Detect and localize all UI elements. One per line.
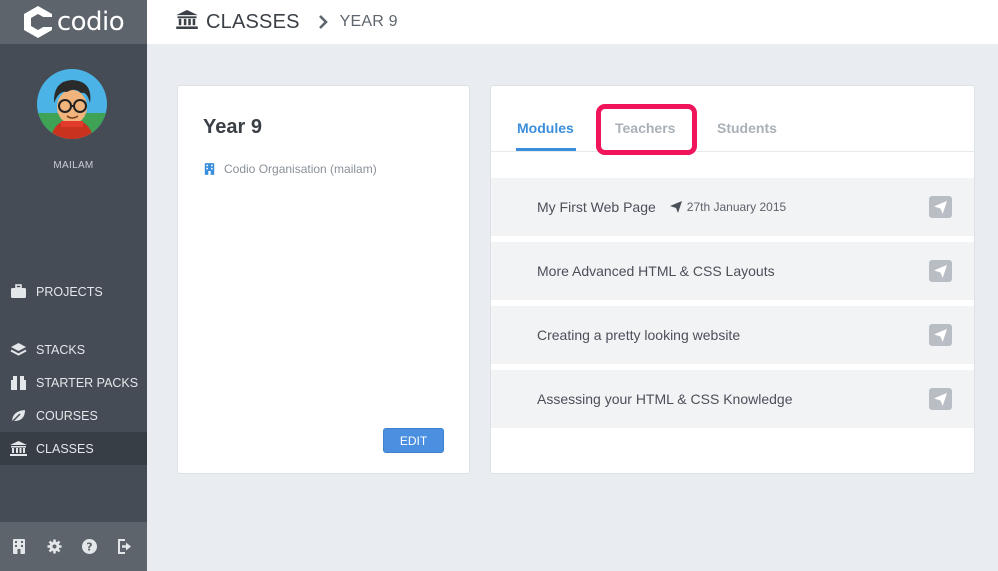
send-button[interactable] xyxy=(929,196,952,218)
leaf-icon xyxy=(8,407,28,425)
module-name: More Advanced HTML & CSS Layouts xyxy=(537,263,775,279)
sidebar-item-label: STACKS xyxy=(36,342,86,357)
username: MAILAM xyxy=(53,160,94,171)
paper-plane-icon xyxy=(669,201,682,213)
module-sent-date: 27th January 2015 xyxy=(686,200,787,214)
organisation-line: Codio Organisation (mailam) xyxy=(204,162,377,176)
logout-icon[interactable] xyxy=(115,538,133,556)
chevron-right-icon xyxy=(318,15,328,29)
institution-icon xyxy=(8,440,28,458)
active-tab-indicator xyxy=(516,148,576,151)
sidebar-item-stacks[interactable]: STACKS xyxy=(0,333,147,366)
module-name: Creating a pretty looking website xyxy=(537,327,741,343)
module-name: Assessing your HTML & CSS Knowledge xyxy=(537,391,793,407)
paper-plane-icon xyxy=(934,264,947,278)
sidebar-item-projects[interactable]: PROJECTS xyxy=(0,275,147,308)
logo-text: codio xyxy=(56,7,125,37)
paper-plane-icon xyxy=(934,392,947,406)
sidebar-item-starter-packs[interactable]: STARTER PACKS xyxy=(0,366,147,399)
briefcase-icon xyxy=(8,283,28,301)
building-icon xyxy=(204,163,215,175)
tab-modules[interactable]: Modules xyxy=(517,120,574,136)
module-name: My First Web Page xyxy=(537,199,656,215)
module-row[interactable]: Assessing your HTML & CSS Knowledge xyxy=(491,370,974,428)
class-card: Year 9 Codio Organisation (mailam) EDIT xyxy=(177,85,470,474)
sidebar-item-label: COURSES xyxy=(36,408,98,423)
tab-students[interactable]: Students xyxy=(717,120,777,136)
breadcrumb-classes[interactable]: CLASSES xyxy=(206,11,300,34)
package-icon xyxy=(8,374,28,392)
gear-icon[interactable] xyxy=(45,538,63,556)
sidebar-item-label: STARTER PACKS xyxy=(36,375,139,390)
sidebar-item-label: PROJECTS xyxy=(36,284,103,299)
avatar-image xyxy=(37,69,107,139)
logo[interactable]: codio xyxy=(0,0,147,44)
send-button[interactable] xyxy=(929,260,952,282)
layers-icon xyxy=(8,341,28,359)
breadcrumb: CLASSES YEAR 9 xyxy=(147,0,998,44)
class-title: Year 9 xyxy=(203,116,262,138)
sidebar-item-classes[interactable]: CLASSES xyxy=(0,432,147,465)
codio-logo-icon xyxy=(23,6,53,38)
sidebar-footer: ? xyxy=(0,522,147,571)
modules-card: Modules Teachers Students My First Web P… xyxy=(490,85,975,474)
edit-button[interactable]: EDIT xyxy=(383,428,444,453)
paper-plane-icon xyxy=(934,200,947,214)
sidebar-item-courses[interactable]: COURSES xyxy=(0,399,147,432)
module-row[interactable]: More Advanced HTML & CSS Layouts xyxy=(491,242,974,300)
module-date: 27th January 2015 xyxy=(669,200,787,214)
breadcrumb-current: YEAR 9 xyxy=(339,13,398,30)
sidebar: codio MAILAM PROJECTS STACKS STARTER PAC… xyxy=(0,0,147,571)
help-icon[interactable]: ? xyxy=(80,538,98,556)
module-row[interactable]: Creating a pretty looking website xyxy=(491,306,974,364)
paper-plane-icon xyxy=(934,328,947,342)
svg-text:?: ? xyxy=(86,541,92,554)
avatar[interactable] xyxy=(37,69,107,139)
building-icon[interactable] xyxy=(10,538,28,556)
institution-icon xyxy=(176,10,198,34)
organisation-name: Codio Organisation (mailam) xyxy=(224,162,377,176)
sidebar-item-label: CLASSES xyxy=(36,441,94,456)
module-row[interactable]: My First Web Page 27th January 2015 xyxy=(491,178,974,236)
teachers-highlight-box xyxy=(596,104,697,155)
tab-bar: Modules Teachers Students xyxy=(491,86,974,155)
send-button[interactable] xyxy=(929,388,952,410)
send-button[interactable] xyxy=(929,324,952,346)
